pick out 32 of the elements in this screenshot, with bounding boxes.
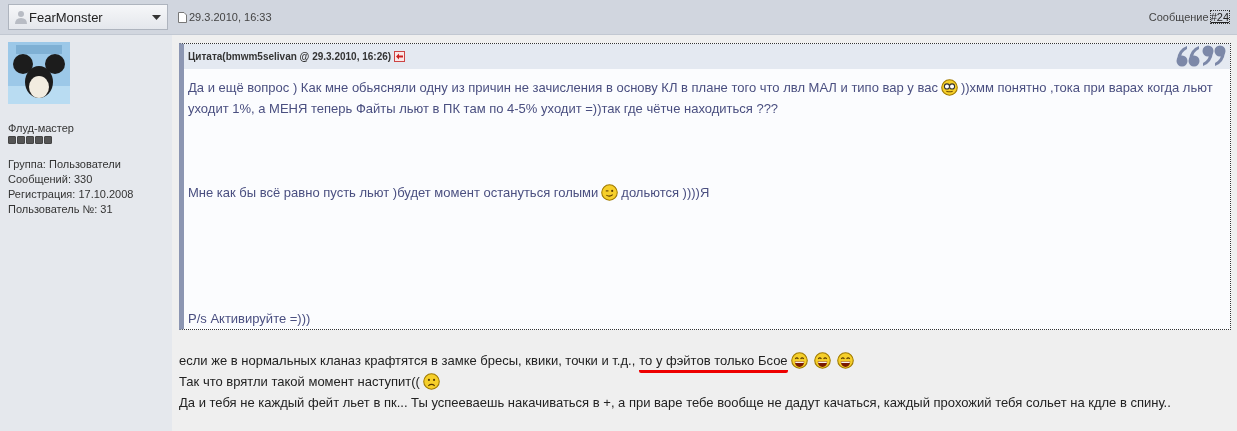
text: Мне как бы всё равно пусть льют )будет момент остануться голыми [188,185,599,200]
winking-smiley-icon [601,184,619,201]
author-name: FearMonster [29,9,104,25]
profile-info: Сообщений: 330 [8,172,94,187]
post-label: Сообщение [1148,11,1209,23]
user-rank: Флуд-мастер [8,122,75,134]
profile-info: Регистрация: 17.10.2008 [8,187,135,202]
text: то у фэйтов только Бсое [639,353,788,373]
document-icon [178,11,187,23]
text: уходит 1%, а МЕНЯ теперь Файты льют в ПК там по 4-5% уходит =))так где чётче находиться ??? [188,101,779,116]
text: если же в нормальных кланаз крафтятся в замке бресы, квики, точки и т.д., [179,353,636,368]
text: дольются ))))Я [621,185,710,200]
caret-icon [152,14,161,20]
author-dropdown[interactable]: FearMonster [8,4,168,30]
profile-info: Группа: Пользователи [8,157,122,172]
post-number-link[interactable]: #24 [1210,11,1229,23]
post-date: 29.3.2010, 16:33 [189,11,272,23]
sad-smiley-icon [422,373,440,390]
quote-title: Цитата(bmwm5selivan @ 29.3.2010, 16:26) [188,51,392,62]
smiley-glasses-icon [940,79,958,96]
laughing-smiley-icon [836,352,854,369]
text: ))хмм понятно ,тока при варах когда льют [960,80,1213,95]
text: Так что врятли такой момент наступит(( [179,374,420,389]
laughing-smiley-icon [813,352,831,369]
text: P/s Активируйте =))) [188,311,311,326]
laughing-smiley-icon [790,352,808,369]
user-icon [15,10,27,24]
back-arrow-icon[interactable] [394,51,406,62]
text: Да и ещё вопрос ) Как мне обьясняли одну из причин не зачисления в основу КЛ в плане того что лвл МАЛ и типо вар у вас [188,80,938,95]
text: Да и тебя не каждый фейт льет в пк... Ты успееваешь накачиваться в +, а при варе тебе вообще не дадут качаться, каждый прохожий тебя сольет на кдле в спину.. [179,395,1171,410]
profile-info: Пользователь №: 31 [8,202,114,217]
quotation-marks-icon [1176,45,1226,67]
